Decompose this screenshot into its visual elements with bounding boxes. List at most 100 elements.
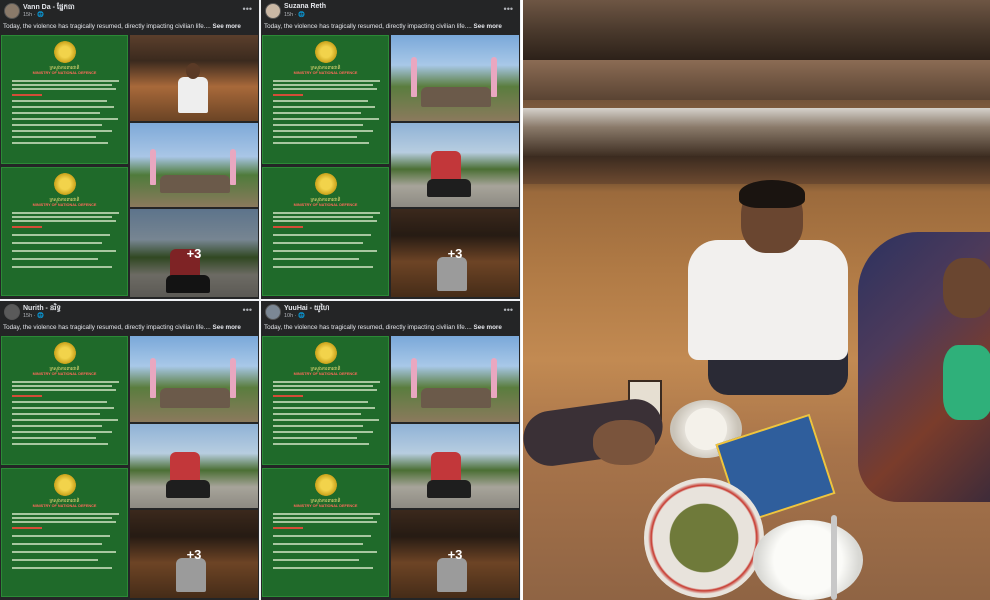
post-timestamp[interactable]: 10h · 🌐 xyxy=(284,313,305,319)
text-line xyxy=(273,136,357,138)
text-line xyxy=(12,513,119,515)
boy-hair xyxy=(739,180,805,208)
document-ministry: MINISTRY OF NATIONAL DEFENCE xyxy=(32,372,97,376)
more-photos-overlay[interactable]: +3 xyxy=(391,510,519,598)
photo-gathering[interactable] xyxy=(130,336,258,422)
crowd xyxy=(160,175,230,193)
gate-pillar xyxy=(230,358,236,398)
more-photos-overlay[interactable]: +3 xyxy=(391,209,519,297)
photo-boy-in-trench[interactable]: +3 xyxy=(391,209,519,297)
photo-motorbike[interactable]: +3 xyxy=(130,209,258,297)
text-line xyxy=(12,142,108,144)
post-text: Today, the violence has tragically resum… xyxy=(264,23,519,30)
photo-gathering[interactable] xyxy=(130,123,258,207)
text-line xyxy=(273,535,371,537)
gate-pillar xyxy=(411,57,417,97)
text-line xyxy=(273,513,380,515)
photo-boy-in-trench-large xyxy=(523,0,990,600)
post-media-grid: ក្រសួងការពារជាតិ MINISTRY OF NATIONAL DE… xyxy=(262,336,519,598)
avatar[interactable] xyxy=(265,3,281,19)
ministry-document-image[interactable]: ក្រសួងការពារជាតិ MINISTRY OF NATIONAL DE… xyxy=(262,35,389,164)
emblem-icon xyxy=(314,342,337,364)
text-line xyxy=(12,407,114,409)
avatar[interactable] xyxy=(265,304,281,320)
text-line xyxy=(12,419,118,421)
post-timestamp[interactable]: 15h · 🌐 xyxy=(23,313,44,319)
text-line xyxy=(273,124,363,126)
text-line xyxy=(12,521,116,523)
photo-boy-in-trench[interactable]: +3 xyxy=(130,510,258,598)
more-photos-overlay[interactable]: +3 xyxy=(130,510,258,598)
post-media-grid: ក្រសួងការពារជាតិ MINISTRY OF NATIONAL DE… xyxy=(262,35,519,297)
photo-gathering[interactable] xyxy=(391,35,519,121)
more-photos-overlay[interactable]: +3 xyxy=(130,209,258,297)
more-horizontal-icon[interactable]: ••• xyxy=(243,305,252,315)
text-line xyxy=(273,234,371,236)
ministry-document-image[interactable]: ក្រសួងការពារជាតិ MINISTRY OF NATIONAL DE… xyxy=(262,167,389,296)
photo-boy-in-trench[interactable]: +3 xyxy=(391,510,519,598)
ministry-document-image[interactable]: ក្រសួងការពារជាតិ MINISTRY OF NATIONAL DE… xyxy=(262,336,389,465)
text-line xyxy=(12,535,110,537)
text-line xyxy=(12,100,107,102)
post-timestamp[interactable]: 15h · 🌐 xyxy=(23,12,44,18)
see-more-link[interactable]: See more xyxy=(474,324,502,331)
post-body: Today, the violence has tragically resum… xyxy=(264,23,472,30)
text-line xyxy=(273,242,363,244)
text-line xyxy=(273,100,368,102)
document-ministry: MINISTRY OF NATIONAL DEFENCE xyxy=(293,203,358,207)
crowd xyxy=(421,87,491,107)
avatar[interactable] xyxy=(4,3,20,19)
more-horizontal-icon[interactable]: ••• xyxy=(243,4,252,14)
post-header: Vann Da - ផ្នែកធា 15h · 🌐 ••• xyxy=(4,3,254,21)
emblem-icon xyxy=(314,474,337,496)
avatar[interactable] xyxy=(4,304,20,320)
text-line xyxy=(12,124,102,126)
text-line xyxy=(273,381,380,383)
text-line xyxy=(12,258,98,260)
text-line xyxy=(12,527,42,529)
ministry-document-image[interactable]: ក្រសួងការពារជាតិ MINISTRY OF NATIONAL DE… xyxy=(1,336,128,465)
ministry-document-image[interactable]: ក្រសួងការពារជាតិ MINISTRY OF NATIONAL DE… xyxy=(1,167,128,296)
text-line xyxy=(273,559,359,561)
text-line xyxy=(12,443,108,445)
post-body: Today, the violence has tragically resum… xyxy=(264,324,472,331)
text-line xyxy=(273,543,363,545)
motorbike xyxy=(427,179,471,197)
emblem-icon xyxy=(314,173,337,195)
log-beam xyxy=(523,156,990,184)
hand xyxy=(593,420,655,465)
more-horizontal-icon[interactable]: ••• xyxy=(504,4,513,14)
text-line xyxy=(12,413,100,415)
text-line xyxy=(273,112,361,114)
post-body: Today, the violence has tragically resum… xyxy=(3,324,211,331)
text-line xyxy=(273,94,303,96)
gate-pillar xyxy=(150,149,156,185)
motorbike xyxy=(427,480,471,498)
text-line xyxy=(12,136,96,138)
see-more-link[interactable]: See more xyxy=(213,23,241,30)
text-line xyxy=(12,112,100,114)
text-line xyxy=(273,118,379,120)
ministry-document-image[interactable]: ក្រសួងការពារជាតិ MINISTRY OF NATIONAL DE… xyxy=(262,468,389,597)
text-line xyxy=(12,266,112,268)
boy-head xyxy=(186,63,200,79)
ministry-document-image[interactable]: ក្រសួងការពារជាតិ MINISTRY OF NATIONAL DE… xyxy=(1,468,128,597)
author-name[interactable]: Suzana Reth xyxy=(284,3,326,10)
post-card: Vann Da - ផ្នែកធា 15h · 🌐 ••• Today, the… xyxy=(0,0,259,299)
photo-motorbike[interactable] xyxy=(130,424,258,508)
more-horizontal-icon[interactable]: ••• xyxy=(504,305,513,315)
text-line xyxy=(273,395,303,397)
document-ministry: MINISTRY OF NATIONAL DEFENCE xyxy=(293,372,358,376)
photo-boy-in-trench[interactable] xyxy=(130,35,258,121)
post-card: YuuHai - យូហៃ 10h · 🌐 ••• Today, the vio… xyxy=(261,301,520,600)
photo-gathering[interactable] xyxy=(391,336,519,422)
text-line xyxy=(12,80,119,82)
text-line xyxy=(273,407,375,409)
photo-motorbike[interactable] xyxy=(391,123,519,207)
see-more-link[interactable]: See more xyxy=(213,324,241,331)
document-ministry: MINISTRY OF NATIONAL DEFENCE xyxy=(293,504,358,508)
photo-motorbike[interactable] xyxy=(391,424,519,508)
post-timestamp[interactable]: 15h · 🌐 xyxy=(284,12,305,18)
see-more-link[interactable]: See more xyxy=(474,23,502,30)
ministry-document-image[interactable]: ក្រសួងការពារជាតិ MINISTRY OF NATIONAL DE… xyxy=(1,35,128,164)
